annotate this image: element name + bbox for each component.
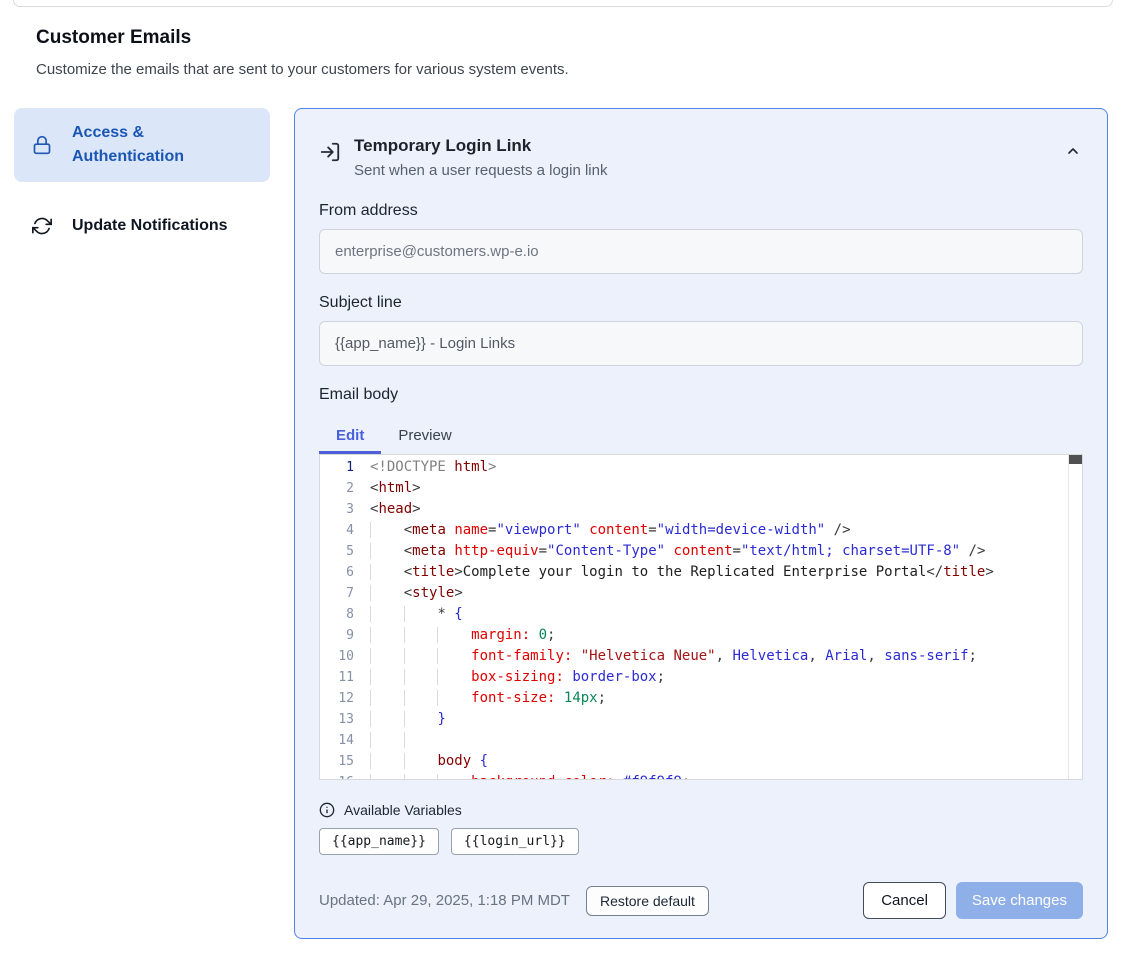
collapse-button[interactable] [1065, 142, 1083, 160]
code-line: 15 body { [320, 751, 1082, 772]
line-number: 13 [320, 709, 354, 730]
code-lines: 1<!DOCTYPE html>2<html>3<head>4 <meta na… [320, 457, 1082, 780]
line-number: 6 [320, 562, 354, 583]
variable-chips: {{app_name}} {{login_url}} [319, 828, 1083, 855]
variable-chip[interactable]: {{login_url}} [451, 828, 579, 855]
line-number: 4 [320, 520, 354, 541]
subject-line-label: Subject line [319, 294, 1083, 312]
email-settings-card: Temporary Login Link Sent when a user re… [294, 108, 1108, 939]
sidebar-item-label: Access & Authentication [72, 121, 254, 169]
code-line: 6 <title>Complete your login to the Repl… [320, 562, 1082, 583]
line-number: 10 [320, 646, 354, 667]
sidebar: Access & Authentication Update Notificat… [14, 108, 270, 251]
page-subtitle: Customize the emails that are sent to yo… [36, 61, 1128, 78]
cancel-button[interactable]: Cancel [863, 882, 946, 919]
line-number: 1 [320, 457, 354, 478]
sidebar-item-label: Update Notifications [72, 214, 228, 238]
previous-card-edge [13, 0, 1113, 7]
card-subtitle: Sent when a user requests a login link [354, 160, 607, 182]
restore-default-button[interactable]: Restore default [586, 886, 709, 916]
line-number: 14 [320, 730, 354, 751]
line-number: 9 [320, 625, 354, 646]
line-number: 2 [320, 478, 354, 499]
code-line: 11 box-sizing: border-box; [320, 667, 1082, 688]
line-number: 15 [320, 751, 354, 772]
code-line: 5 <meta http-equiv="Content-Type" conten… [320, 541, 1082, 562]
line-number: 7 [320, 583, 354, 604]
save-changes-button[interactable]: Save changes [956, 882, 1083, 919]
available-variables-label: Available Variables [344, 802, 462, 818]
code-line: 8 * { [320, 604, 1082, 625]
editor-tabs: Edit Preview [319, 417, 1083, 454]
from-address-input[interactable] [319, 229, 1083, 274]
code-line: 10 font-family: "Helvetica Neue", Helvet… [320, 646, 1082, 667]
code-editor[interactable]: 1<!DOCTYPE html>2<html>3<head>4 <meta na… [319, 454, 1083, 780]
info-icon [319, 802, 335, 818]
code-line: 9 margin: 0; [320, 625, 1082, 646]
sidebar-item-update-notifications[interactable]: Update Notifications [14, 201, 270, 251]
code-line: 13 } [320, 709, 1082, 730]
code-line: 4 <meta name="viewport" content="width=d… [320, 520, 1082, 541]
email-body-label: Email body [319, 386, 1083, 404]
line-number: 3 [320, 499, 354, 520]
scrollbar-thumb[interactable] [1069, 455, 1082, 464]
card-header: Temporary Login Link Sent when a user re… [319, 134, 1083, 182]
lock-icon [32, 135, 52, 155]
updated-timestamp: Updated: Apr 29, 2025, 1:18 PM MDT [319, 892, 570, 909]
card-footer: Updated: Apr 29, 2025, 1:18 PM MDT Resto… [319, 882, 1083, 919]
code-line: 7 <style> [320, 583, 1082, 604]
variable-chip[interactable]: {{app_name}} [319, 828, 439, 855]
code-line: 12 font-size: 14px; [320, 688, 1082, 709]
refresh-icon [32, 216, 52, 236]
line-number: 5 [320, 541, 354, 562]
code-line: 1<!DOCTYPE html> [320, 457, 1082, 478]
card-title: Temporary Login Link [354, 134, 607, 158]
card-header-text: Temporary Login Link Sent when a user re… [354, 134, 607, 182]
editor-scrollbar [1068, 455, 1082, 779]
subject-line-input[interactable] [319, 321, 1083, 366]
code-line: 14 [320, 730, 1082, 751]
line-number: 8 [320, 604, 354, 625]
line-number: 12 [320, 688, 354, 709]
log-in-icon [319, 141, 341, 163]
line-number: 16 [320, 772, 354, 780]
line-number: 11 [320, 667, 354, 688]
chevron-up-icon [1065, 143, 1083, 159]
code-line: 2<html> [320, 478, 1082, 499]
available-variables-row: Available Variables [319, 802, 1083, 818]
code-line: 16 background-color: #f9f9f9; [320, 772, 1082, 780]
tab-preview[interactable]: Preview [381, 417, 468, 454]
tab-edit[interactable]: Edit [319, 417, 381, 454]
sidebar-item-access-authentication[interactable]: Access & Authentication [14, 108, 270, 182]
main-layout: Access & Authentication Update Notificat… [14, 108, 1108, 939]
page-title: Customer Emails [36, 27, 1128, 49]
from-address-label: From address [319, 202, 1083, 220]
code-line: 3<head> [320, 499, 1082, 520]
